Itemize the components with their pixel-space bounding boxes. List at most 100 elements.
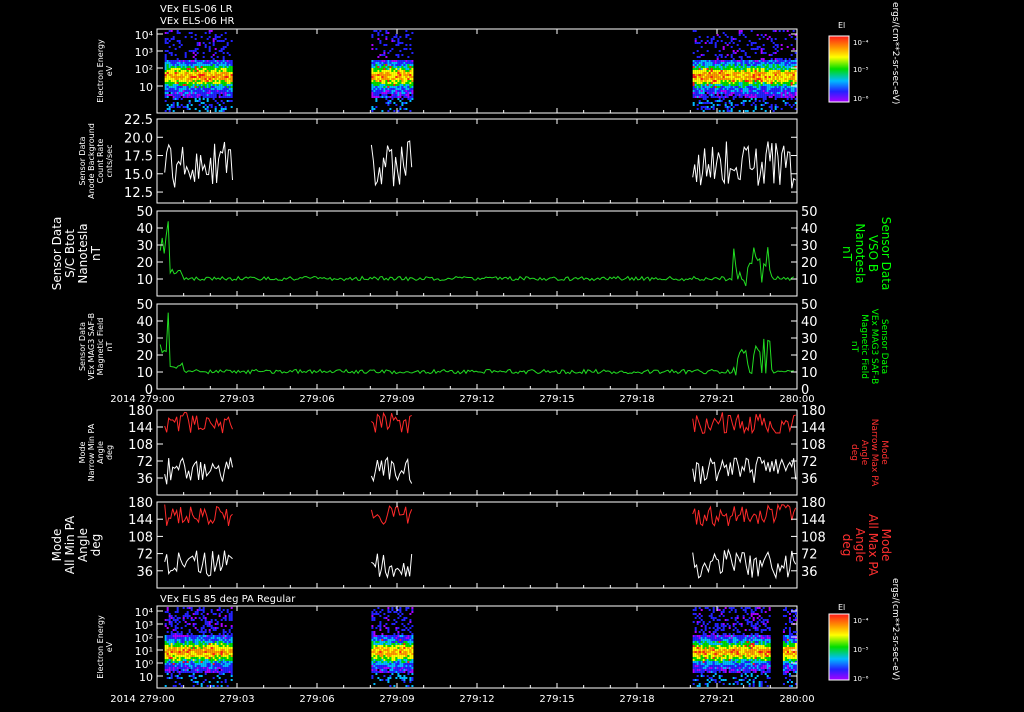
spec1-cell xyxy=(164,60,167,62)
spec7-cell xyxy=(758,615,761,617)
spec7-cell xyxy=(710,643,713,645)
spec1-cell xyxy=(230,100,233,102)
spec1-cell xyxy=(230,64,233,66)
spec1-cell xyxy=(766,76,769,78)
spec7-cell xyxy=(180,661,183,663)
spec7-cell xyxy=(738,679,741,681)
spec7-cell xyxy=(740,661,743,663)
spec7-cell xyxy=(728,625,731,627)
spec1-cell xyxy=(746,72,749,74)
spec7-cell xyxy=(746,655,749,657)
spec1-cell xyxy=(391,92,394,94)
spec7-cell xyxy=(214,627,217,629)
spec1-cell xyxy=(792,62,795,64)
spec7-cell xyxy=(720,639,723,641)
spec7-cell xyxy=(728,627,731,629)
spec7-cell xyxy=(734,667,737,669)
spec7-cell xyxy=(744,673,747,675)
spec1-cell xyxy=(786,96,789,98)
spec7-cell xyxy=(746,669,749,671)
spec7-cell xyxy=(164,651,167,653)
spec7-cell xyxy=(401,659,404,661)
spec1-cell xyxy=(718,84,721,86)
spec7-cell xyxy=(738,637,741,639)
spec1-cell xyxy=(385,84,388,86)
spec1-cell xyxy=(409,84,412,86)
spec7-cell xyxy=(373,667,376,669)
spec1-cell xyxy=(168,108,171,110)
spec7-cell xyxy=(186,637,189,639)
spec7-cell xyxy=(768,659,771,661)
spec1-cell xyxy=(407,34,410,36)
spec1-cell xyxy=(184,96,187,98)
spec1-cell xyxy=(702,72,705,74)
spec7-cell xyxy=(736,645,739,647)
spec7-cell xyxy=(385,665,388,667)
spec1-cell xyxy=(784,58,787,60)
spec7-cell xyxy=(710,665,713,667)
spec1-cell xyxy=(714,96,717,98)
spec1-cell xyxy=(391,64,394,66)
spec7-cell xyxy=(210,635,213,637)
spec7-cell xyxy=(387,619,390,621)
spec7-cell xyxy=(754,659,757,661)
spec1-cell xyxy=(202,66,205,68)
spec1-cell xyxy=(710,74,713,76)
spec7-cell xyxy=(220,653,223,655)
spec7-cell xyxy=(401,647,404,649)
spec7-cell xyxy=(405,609,408,611)
spec1-cell xyxy=(403,102,406,104)
spec1-cell xyxy=(750,104,753,106)
spec7-cell xyxy=(754,647,757,649)
spec1-cell xyxy=(708,76,711,78)
spec1-cell xyxy=(786,80,789,82)
spec1-cell xyxy=(174,78,177,80)
spec7-cell xyxy=(387,627,390,629)
spec1-cell xyxy=(730,66,733,68)
spec1-cell xyxy=(230,68,233,70)
spec7-cell xyxy=(204,639,207,641)
spec1-cell xyxy=(722,90,725,92)
spec1-cell xyxy=(194,34,197,36)
spec7-cell xyxy=(716,669,719,671)
spec7-cell xyxy=(198,617,201,619)
spec7-cell xyxy=(762,671,765,673)
spec1-cell xyxy=(770,92,773,94)
spec1-cell xyxy=(387,62,390,64)
spec1-cell xyxy=(794,80,797,82)
spec7-cell xyxy=(708,635,711,637)
spec7-cell xyxy=(192,645,195,647)
spec7-cell xyxy=(178,659,181,661)
spec1-cell xyxy=(742,70,745,72)
spec7-cell xyxy=(704,665,707,667)
spec1-cell xyxy=(212,68,215,70)
spec1-cell xyxy=(200,74,203,76)
spec1-cell xyxy=(401,62,404,64)
spec1-cell xyxy=(379,54,382,56)
spec1-cell xyxy=(742,60,745,62)
spec1-cell xyxy=(397,74,400,76)
spec7-cell xyxy=(170,615,173,617)
spec7-cell xyxy=(222,617,225,619)
spec7-cell xyxy=(180,633,183,635)
spec7-cell xyxy=(230,679,233,681)
spec7-cell xyxy=(722,623,725,625)
spec7-cell xyxy=(208,621,211,623)
spec1-cell xyxy=(712,64,715,66)
spec1-cell xyxy=(184,64,187,66)
spec1-cell xyxy=(762,62,765,64)
spec1-cell xyxy=(186,106,189,108)
spec7-cell xyxy=(756,661,759,663)
spec1-cell xyxy=(752,60,755,62)
spec1-cell xyxy=(373,84,376,86)
spec7-cell xyxy=(204,653,207,655)
spec7-cell xyxy=(383,617,386,619)
spec7-cell xyxy=(738,665,741,667)
spec7-cell xyxy=(403,651,406,653)
spec7-cell xyxy=(202,615,205,617)
spec7-cell xyxy=(196,659,199,661)
spec7-cell xyxy=(166,677,169,679)
spec1-cell xyxy=(401,70,404,72)
spec7-cell xyxy=(748,637,751,639)
spec7-cell xyxy=(736,635,739,637)
